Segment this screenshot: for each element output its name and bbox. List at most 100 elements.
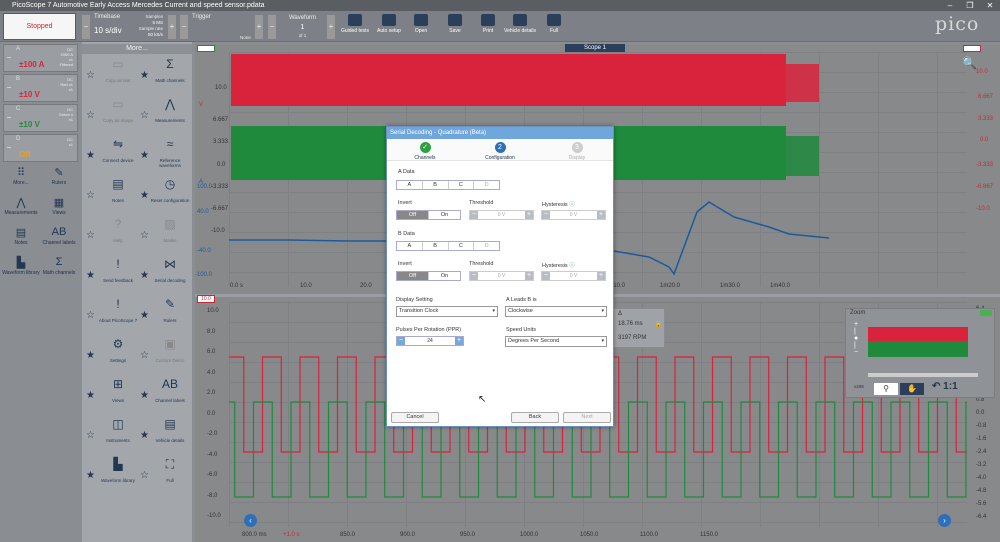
hysteresis-b-field[interactable]: −0 V + [541, 271, 606, 281]
trigger-plus-button[interactable]: + [255, 15, 263, 39]
more-item-about-picoscope-7[interactable]: ! About PicoScope 7 [98, 298, 138, 323]
favorite-star-icon[interactable]: ★ [86, 150, 95, 161]
waveform-library-tool[interactable]: ▙ Waveform library [2, 256, 40, 276]
views-tool[interactable]: ▦ Views [40, 196, 78, 216]
zoom-x-slider[interactable] [868, 373, 978, 377]
more-item-channel-labels[interactable]: AB Channel labels [150, 378, 190, 403]
back-button[interactable]: Back [511, 412, 559, 423]
more-tool[interactable]: ⠿ More... [2, 166, 40, 186]
channel-b-minus[interactable]: − [5, 75, 13, 101]
waveform-plus-button[interactable]: + [327, 15, 335, 39]
favorite-star-icon[interactable]: ☆ [140, 230, 149, 241]
scope-tab[interactable]: Scope 1 [565, 44, 625, 52]
zoom-toggle[interactable] [980, 310, 992, 316]
trigger-minus-button[interactable]: − [180, 15, 188, 39]
channel-c-minus[interactable]: − [5, 105, 13, 131]
trigger-mode[interactable]: None [240, 35, 251, 40]
a-data-opt-c[interactable]: C [449, 181, 475, 189]
sample-rate-value[interactable]: 50 kS/s [138, 32, 163, 37]
favorite-star-icon[interactable]: ☆ [140, 470, 149, 481]
favorite-star-icon[interactable]: ★ [86, 470, 95, 481]
a-data-opt-b[interactable]: B [423, 181, 449, 189]
more-item-math-channels[interactable]: Σ Math channels [150, 58, 190, 83]
lock-icon[interactable]: 🔒 [655, 321, 662, 328]
more-item-full[interactable]: ⛶ Full [150, 458, 190, 483]
stopped-button[interactable]: Stopped [3, 13, 76, 40]
more-item-vehicle-details[interactable]: ▤ Vehicle details [150, 418, 190, 443]
channel-c-range[interactable]: ±10 V [19, 120, 40, 129]
zoom-y-slider[interactable]: + | ● | − [854, 321, 864, 369]
a-leads-select[interactable]: Clockwise [505, 306, 607, 317]
vehicle-details-button[interactable]: Vehicle details [503, 14, 537, 34]
favorite-star-icon[interactable]: ☆ [140, 110, 149, 121]
more-item-settings[interactable]: ⚙ Settings [98, 338, 138, 363]
channel-labels-tool[interactable]: AB Channel labels [40, 226, 78, 246]
channel-d-card[interactable]: − D Off DC x1 [3, 134, 78, 162]
more-item-reference-waveforms[interactable]: ≈ Reference waveforms [150, 138, 190, 168]
cancel-button[interactable]: Cancel [391, 412, 439, 423]
favorite-star-icon[interactable]: ★ [140, 190, 149, 201]
more-item-views[interactable]: ⊞ Views [98, 378, 138, 403]
auto-setup-button[interactable]: Auto setup [372, 14, 406, 34]
notes-tool[interactable]: ▤ Notes [2, 226, 40, 246]
timebase-minus-button[interactable]: − [82, 15, 90, 39]
scroll-right-button[interactable]: › [938, 514, 951, 527]
zoom-magnify-icon[interactable]: ⚲ [874, 383, 898, 395]
b-data-opt-c[interactable]: C [449, 242, 475, 250]
maximize-icon[interactable]: ❐ [960, 0, 980, 11]
more-item-serial-decoding[interactable]: ⋈ Serial decoding [150, 258, 190, 283]
channel-a-card[interactable]: − A ±100 A DC 2000 Ax1 Filtered [3, 44, 78, 72]
favorite-star-icon[interactable]: ★ [140, 70, 149, 81]
a-data-selector[interactable]: A B C D [396, 180, 500, 190]
b-data-opt-b[interactable]: B [423, 242, 449, 250]
favorite-star-icon[interactable]: ☆ [86, 310, 95, 321]
channel-b-card[interactable]: − B ±10 V DC Red x1 x1 [3, 74, 78, 102]
more-item-masks[interactable]: ▨ Masks [150, 218, 190, 243]
invert-b-toggle[interactable]: Off On [396, 271, 461, 281]
open-button[interactable]: Open [404, 14, 438, 34]
favorite-star-icon[interactable]: ☆ [140, 350, 149, 361]
channel-b-range[interactable]: ±10 V [19, 90, 40, 99]
waveform-minus-button[interactable]: − [268, 15, 276, 39]
rulers-tool[interactable]: ✎ Rulers [40, 166, 78, 186]
more-item-reset-configuration[interactable]: ◷ Reset configuration [150, 178, 190, 203]
more-item-custom-demo[interactable]: ▣ Custom Demo [150, 338, 190, 363]
more-item-notes[interactable]: ▤ Notes [98, 178, 138, 203]
invert-b-on[interactable]: On [429, 272, 460, 280]
hysteresis-a-field[interactable]: −0 V + [541, 210, 606, 220]
invert-a-off[interactable]: Off [397, 211, 429, 219]
measurement-panel[interactable]: Δ 18.76 ms 3197 RPM 🔒 [613, 308, 665, 348]
channel-d-minus[interactable]: − [5, 135, 13, 161]
favorite-star-icon[interactable]: ★ [86, 390, 95, 401]
favorite-star-icon[interactable]: ★ [140, 390, 149, 401]
info-icon[interactable]: ⓘ [569, 202, 575, 208]
timebase-value[interactable]: 10 s/div [94, 26, 122, 35]
info-icon[interactable]: ⓘ [569, 263, 575, 269]
more-item-waveform-library[interactable]: ▙ Waveform library [98, 458, 138, 483]
zoom-magnifier-icon[interactable]: 🔍 [962, 56, 977, 70]
more-item-help[interactable]: ? Help [98, 218, 138, 243]
favorite-star-icon[interactable]: ☆ [86, 430, 95, 441]
close-icon[interactable]: ✕ [980, 0, 1000, 11]
speed-units-select[interactable]: Degrees Per Second [505, 336, 607, 347]
a-data-opt-d[interactable]: D [474, 181, 499, 189]
threshold-a-field[interactable]: −0 V + [469, 210, 534, 220]
favorite-star-icon[interactable]: ☆ [86, 190, 95, 201]
invert-a-on[interactable]: On [429, 211, 460, 219]
step-configuration[interactable]: 2 Configuration [472, 142, 528, 161]
b-data-opt-a[interactable]: A [397, 242, 423, 250]
favorite-star-icon[interactable]: ★ [140, 150, 149, 161]
channel-d-range[interactable]: Off [19, 150, 31, 159]
favorite-star-icon[interactable]: ★ [140, 270, 149, 281]
step-display[interactable]: 3 Display [549, 142, 605, 161]
b-data-selector[interactable]: A B C D [396, 241, 500, 251]
timebase-plus-button[interactable]: + [168, 15, 176, 39]
invert-b-off[interactable]: Off [397, 272, 429, 280]
a-data-opt-a[interactable]: A [397, 181, 423, 189]
channel-a-range[interactable]: ±100 A [19, 60, 44, 69]
guided-tests-button[interactable]: Guided tests [338, 14, 372, 34]
favorite-star-icon[interactable]: ★ [140, 430, 149, 441]
favorite-star-icon[interactable]: ☆ [86, 70, 95, 81]
channel-c-card[interactable]: − C ±10 V DC Green x x1 [3, 104, 78, 132]
samples-value[interactable]: 5 MS [143, 20, 163, 25]
